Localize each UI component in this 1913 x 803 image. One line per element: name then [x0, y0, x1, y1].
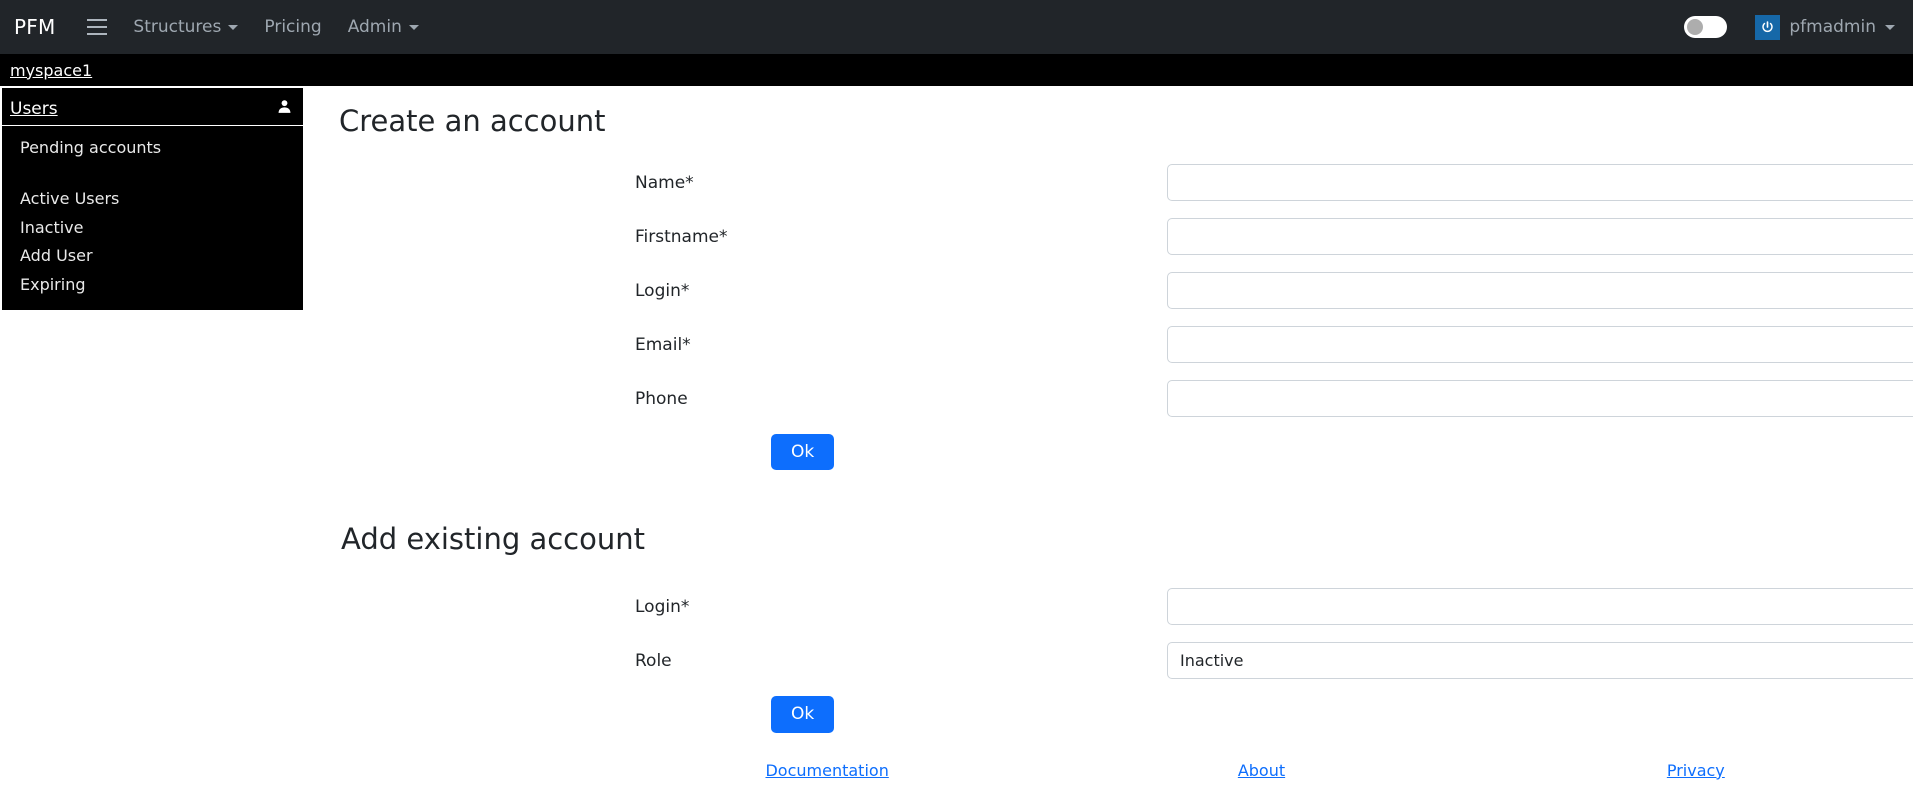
form-row-firstname: Firstname*: [305, 218, 1913, 255]
create-account-button-row: Ok: [305, 434, 1913, 471]
nav-item-pricing[interactable]: Pricing: [264, 17, 321, 37]
power-icon: [1755, 14, 1781, 40]
phone-input[interactable]: [1167, 380, 1913, 417]
form-row-existing-login: Login*: [305, 588, 1913, 626]
sidebar-menu: Pending accounts Active Users Inactive A…: [2, 126, 303, 310]
label-existing-login: Login*: [635, 596, 690, 617]
email-input[interactable]: [1167, 326, 1913, 363]
toggle-knob: [1687, 19, 1704, 35]
sidebar-header: Users: [2, 88, 303, 126]
chevron-down-icon: [1885, 24, 1895, 30]
label-login: Login*: [635, 280, 690, 301]
page-body: Users Pending accounts Active Users Inac…: [0, 86, 1913, 780]
footer-col-documentation: Documentation: [610, 761, 1044, 780]
field-cell-phone: [1167, 380, 1913, 417]
role-select-value: Inactive: [1180, 651, 1244, 671]
user-icon: [276, 98, 293, 119]
label-email: Email*: [635, 334, 691, 355]
create-account-ok-button[interactable]: Ok: [771, 434, 835, 471]
sidebar-item-active-users[interactable]: Active Users: [2, 185, 303, 214]
footer-link-documentation[interactable]: Documentation: [765, 761, 888, 780]
breadcrumb: myspace1: [0, 54, 1913, 86]
field-cell-login: [1167, 272, 1913, 309]
navbar-right-group: pfmadmin: [1684, 14, 1895, 40]
nav-links: Structures Pricing Admin: [133, 17, 419, 37]
label-phone: Phone: [635, 388, 688, 409]
nav-item-structures[interactable]: Structures: [133, 17, 239, 37]
user-menu-label: pfmadmin: [1789, 17, 1876, 37]
field-cell-firstname: [1167, 218, 1913, 255]
firstname-input[interactable]: [1167, 218, 1913, 255]
login-input[interactable]: [1167, 272, 1913, 309]
hamburger-icon[interactable]: [87, 19, 108, 35]
theme-toggle-switch[interactable]: [1684, 16, 1728, 38]
breadcrumb-item-myspace1[interactable]: myspace1: [10, 61, 92, 80]
field-cell-email: [1167, 326, 1913, 363]
footer: Documentation About Privacy: [305, 761, 1913, 780]
chevron-down-icon: [228, 24, 239, 30]
user-menu[interactable]: pfmadmin: [1755, 14, 1895, 40]
form-row-name: Name*: [305, 164, 1913, 201]
field-cell-name: [1167, 164, 1913, 201]
nav-item-label: Structures: [133, 17, 222, 37]
add-existing-account-title: Add existing account: [341, 522, 645, 557]
sidebar-title-users[interactable]: Users: [10, 99, 58, 119]
role-select-wrap: Inactive: [1167, 642, 1913, 680]
field-cell-existing-login: [1167, 588, 1913, 626]
sidebar: Users Pending accounts Active Users Inac…: [0, 86, 305, 312]
chevron-down-icon: [408, 24, 419, 30]
create-account-title: Create an account: [339, 104, 606, 138]
brand-logo[interactable]: PFM: [14, 15, 55, 39]
hamburger-bar: [87, 33, 108, 35]
nav-item-label: Admin: [347, 17, 402, 37]
form-row-phone: Phone: [305, 380, 1913, 417]
sidebar-item-add-user[interactable]: Add User: [2, 242, 303, 271]
form-row-email: Email*: [305, 326, 1913, 363]
sidebar-item-pending-accounts[interactable]: Pending accounts: [2, 134, 303, 163]
footer-col-about: About: [1044, 761, 1478, 780]
role-select[interactable]: Inactive: [1167, 642, 1913, 680]
sidebar-divider-gap: [2, 163, 303, 185]
nav-item-label: Pricing: [264, 17, 322, 37]
footer-col-privacy: Privacy: [1479, 761, 1913, 780]
field-cell-role: Inactive: [1167, 642, 1913, 680]
footer-link-privacy[interactable]: Privacy: [1667, 761, 1725, 780]
form-row-role: Role Inactive: [305, 642, 1913, 680]
sidebar-item-inactive[interactable]: Inactive: [2, 214, 303, 243]
hamburger-bar: [87, 26, 108, 28]
hamburger-bar: [87, 19, 108, 21]
label-firstname: Firstname*: [635, 226, 728, 247]
main-content: Create an account Name* Firstname* Login…: [305, 86, 1913, 780]
add-existing-ok-button[interactable]: Ok: [771, 696, 835, 733]
top-navbar: PFM Structures Pricing Admin pfmadmin: [0, 0, 1913, 54]
label-name: Name*: [635, 172, 694, 193]
name-input[interactable]: [1167, 164, 1913, 201]
existing-login-input[interactable]: [1167, 588, 1913, 626]
add-existing-button-row: Ok: [305, 696, 1913, 733]
form-row-login: Login*: [305, 272, 1913, 309]
label-role: Role: [635, 650, 672, 671]
nav-item-admin[interactable]: Admin: [348, 17, 419, 37]
footer-link-about[interactable]: About: [1238, 761, 1285, 780]
sidebar-item-expiring[interactable]: Expiring: [2, 271, 303, 300]
